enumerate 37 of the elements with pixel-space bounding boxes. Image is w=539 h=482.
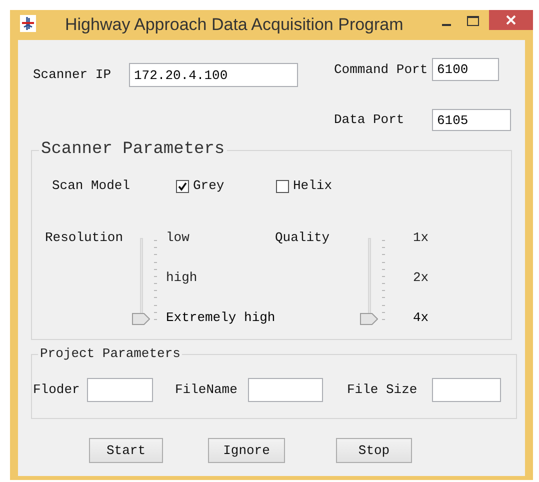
app-icon bbox=[20, 15, 36, 32]
field-label: Command Port bbox=[334, 60, 429, 79]
text-field[interactable] bbox=[87, 378, 153, 402]
field-label: FileName bbox=[175, 381, 238, 400]
slider-tick-label: 4x bbox=[413, 310, 429, 326]
window-title: Highway Approach Data Acquisition Program bbox=[65, 15, 404, 35]
checkbox[interactable]: Grey bbox=[176, 176, 276, 196]
slider-tick-label: Extremely high bbox=[166, 310, 275, 326]
action-button[interactable]: Start bbox=[89, 438, 163, 463]
slider-tick-label: high bbox=[166, 270, 198, 286]
slider-tick-label: 2x bbox=[413, 270, 429, 286]
slider-label: Quality bbox=[275, 230, 331, 247]
slider-tick-label: 1x bbox=[413, 230, 429, 246]
command-port-field[interactable]: 6100 bbox=[432, 58, 499, 81]
checkbox-box[interactable] bbox=[176, 180, 189, 192]
field-label: Floder bbox=[33, 381, 81, 400]
close-icon bbox=[506, 15, 516, 25]
slider-tick-label: low bbox=[166, 230, 190, 246]
scanner-ip-field[interactable]: 172.20.4.100 bbox=[129, 63, 298, 87]
checkbox-box[interactable] bbox=[276, 180, 289, 192]
field-label: Scanner IP bbox=[33, 66, 112, 84]
text-field[interactable] bbox=[248, 378, 323, 402]
group-title: Scanner Parameters bbox=[40, 140, 226, 160]
data-port-field[interactable]: 6105 bbox=[432, 109, 511, 131]
group-title: Project Parameters bbox=[39, 345, 182, 363]
slider-thumb[interactable] bbox=[360, 313, 378, 325]
field-label: File Size bbox=[347, 381, 418, 400]
maximize-button[interactable] bbox=[465, 14, 481, 28]
checkbox[interactable]: Helix bbox=[276, 176, 376, 196]
action-button[interactable]: Ignore bbox=[208, 438, 285, 463]
text-field[interactable] bbox=[432, 378, 501, 402]
field-label: Scan Model bbox=[52, 177, 132, 196]
slider-label: Resolution bbox=[45, 230, 124, 247]
action-button[interactable]: Stop bbox=[336, 438, 412, 463]
slider-thumb[interactable] bbox=[132, 313, 150, 325]
field-label: Data Port bbox=[334, 111, 406, 130]
close-button[interactable] bbox=[489, 10, 533, 30]
